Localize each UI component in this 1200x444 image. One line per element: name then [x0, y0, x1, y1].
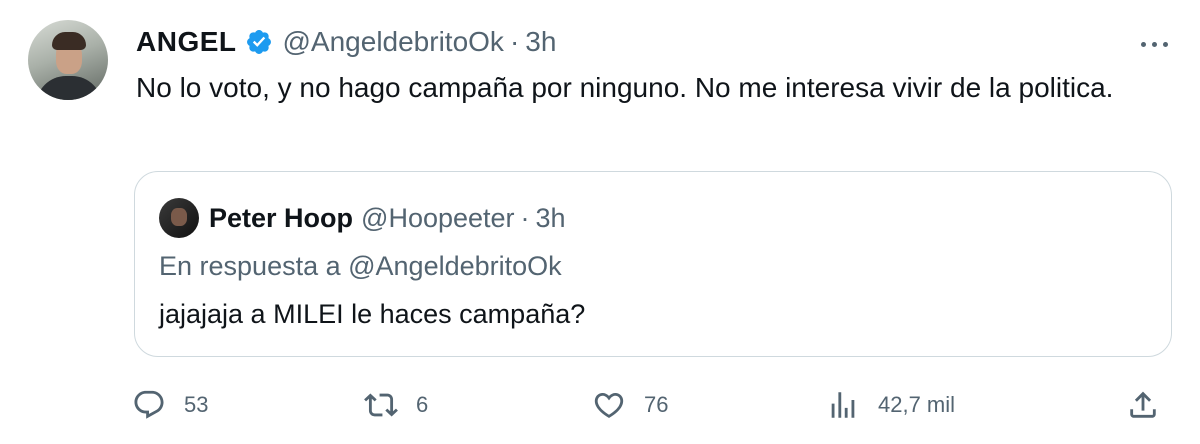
tweet-header: ANGEL @AngeldebritoOk · 3h — [136, 22, 556, 62]
verified-badge-icon — [245, 28, 273, 56]
quoted-tweet-time: 3h — [535, 202, 566, 233]
separator-dot: · — [509, 26, 520, 57]
author-handle[interactable]: @AngeldebritoOk — [283, 26, 504, 58]
quoted-separator-dot: · — [520, 202, 530, 233]
retweet-icon — [364, 393, 398, 417]
like-button[interactable]: 76 — [592, 380, 668, 430]
reply-count: 53 — [184, 392, 209, 417]
views-count: 42,7 mil — [878, 392, 956, 417]
quoted-author-handle[interactable]: @Hoopeeter — [361, 203, 515, 234]
views-chart-icon — [831, 392, 855, 418]
retweet-button[interactable]: 6 — [364, 380, 428, 430]
retweet-count: 6 — [416, 392, 429, 417]
quoted-tweet-header: Peter Hoop @Hoopeeter · 3h — [209, 198, 566, 238]
more-options-icon[interactable] — [1136, 26, 1172, 62]
action-bar: 53 6 76 42,7 mil — [0, 380, 1200, 430]
reply-button[interactable]: 53 — [132, 380, 208, 430]
tweet-text: No lo voto, y no hago campaña por ningun… — [136, 72, 1114, 103]
share-button[interactable] — [1126, 380, 1160, 430]
share-icon — [1130, 391, 1156, 418]
author-avatar[interactable] — [28, 20, 108, 100]
like-count: 76 — [644, 392, 669, 417]
quoted-author-name[interactable]: Peter Hoop — [209, 203, 353, 234]
tweet-time[interactable]: 3h — [525, 26, 556, 58]
views-button[interactable]: 42,7 mil — [826, 380, 955, 430]
heart-icon — [594, 392, 624, 418]
quoted-author-avatar[interactable] — [159, 198, 199, 238]
reply-icon — [134, 390, 164, 419]
quoted-tweet-text: jajajaja a MILEI le haces campaña? — [159, 299, 586, 329]
tweet-card: ANGEL @AngeldebritoOk · 3h No lo voto, y… — [0, 0, 1200, 444]
quoted-tweet[interactable]: Peter Hoop @Hoopeeter · 3h En respuesta … — [134, 171, 1172, 357]
author-name[interactable]: ANGEL — [136, 26, 237, 58]
reply-context: En respuesta a @AngeldebritoOk — [159, 251, 562, 281]
